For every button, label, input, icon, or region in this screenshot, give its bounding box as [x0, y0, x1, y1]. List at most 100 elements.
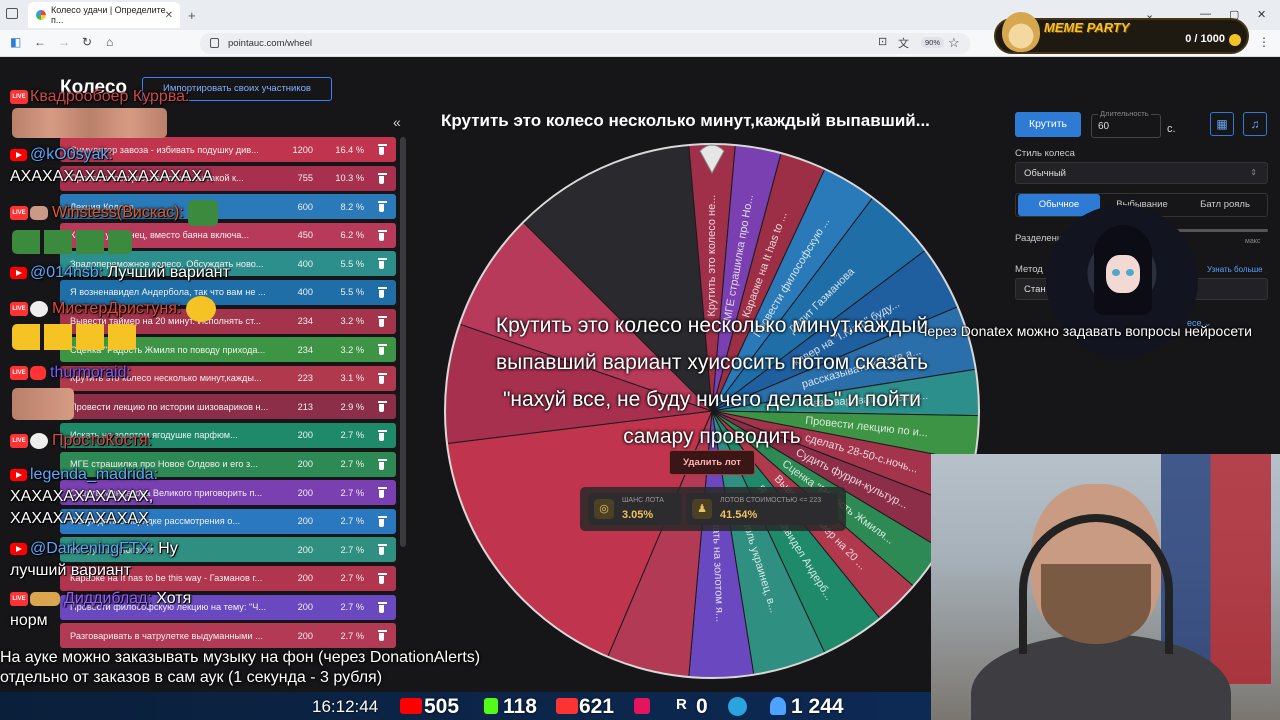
emote-icon	[30, 591, 60, 606]
favorite-star-icon[interactable]: ☆	[948, 35, 960, 51]
close-window-icon[interactable]: ✕	[1257, 8, 1266, 21]
clock: 16:12:44	[312, 697, 379, 716]
chat-username: @kO0syak:	[30, 146, 113, 163]
telegram-icon	[728, 697, 747, 716]
kick-count: 118	[503, 695, 537, 718]
kick-icon	[484, 698, 498, 714]
chat-username: @DarkeningFTX:	[30, 540, 154, 557]
favicon-icon	[36, 10, 46, 20]
chance-label: ШАНС ЛОТА	[622, 497, 664, 504]
delete-lot-button[interactable]: Удалить лот	[669, 450, 755, 475]
menu-icon[interactable]: ⋮	[1258, 35, 1270, 49]
lot-stats: ◎ ШАНС ЛОТА 3.05% ♟ ЛОТОВ СТОИМОСТЬЮ <= …	[580, 487, 846, 531]
emote-icon	[12, 324, 137, 350]
youtube-icon	[10, 148, 27, 161]
forward-icon[interactable]: →	[58, 35, 70, 49]
max-label: макс	[1245, 238, 1261, 245]
method-label: Метод	[1015, 264, 1043, 275]
avatar-face	[1106, 255, 1140, 293]
chat-username: Квадрообоер Куррва:	[30, 88, 190, 105]
info-line: На ауке можно заказывать музыку на фон (…	[0, 649, 481, 666]
chat-text: норм	[10, 612, 48, 629]
grid-icon[interactable]: ▦	[1210, 112, 1234, 136]
close-tab-icon[interactable]: ✕	[165, 10, 173, 21]
tab-title: Колесо удачи | Определите п...	[50, 5, 166, 25]
browser-tab[interactable]: Колесо удачи | Определите п... ✕	[28, 2, 180, 28]
winner-caption-line: Крутить это колесо несколько минут,кажды…	[495, 314, 929, 337]
rutube-icon: R	[676, 696, 687, 713]
url-text: pointauc.com/wheel	[228, 38, 312, 49]
chat-username: ПростоКостя:	[52, 432, 152, 449]
avatar-eye	[1112, 269, 1120, 276]
meme-party-title: MEME PARTY	[1044, 20, 1130, 35]
emote-icon	[30, 432, 48, 449]
pepe-emote-icon	[12, 230, 132, 254]
info-ticker: На ауке можно заказывать музыку на фон (…	[0, 648, 480, 688]
meme-party-widget: MEME PARTY 0 / 1000	[994, 12, 1249, 54]
live-badge-icon: LIVE	[10, 591, 28, 606]
chat-overlay: LIVE Квадрообоер Куррва: @kO0syak: АХАХАХ…	[0, 58, 420, 658]
live-badge-icon: LIVE	[10, 302, 28, 316]
wheel-style-label: Стиль колеса	[1015, 148, 1075, 159]
pepe-emote-icon	[188, 200, 219, 226]
live-badge-icon: LIVE	[10, 89, 28, 104]
new-tab-icon[interactable]: +	[188, 8, 196, 23]
wheel-segment-label: Крутить это колесо не...	[706, 195, 718, 317]
winner-caption-line: выпавший вариант хуисосить потом сказать	[495, 351, 929, 374]
chat-username: @014nsb:	[30, 264, 104, 281]
live-count: 621	[579, 695, 615, 718]
youtube-count: 505	[424, 695, 460, 718]
emote-icon	[12, 108, 167, 138]
wheel-style-select[interactable]: Обычный ⇕	[1015, 162, 1268, 184]
site-info-icon[interactable]	[210, 38, 219, 48]
chat-text: лучший вариант	[10, 562, 131, 579]
mode-battle-royale[interactable]: Батл рояль	[1184, 194, 1266, 216]
learn-more-link[interactable]: Узнать больше	[1207, 265, 1263, 274]
meme-party-progress: 0 / 1000	[1185, 33, 1225, 45]
youtube-icon	[10, 542, 27, 555]
reload-icon[interactable]: ↻	[82, 35, 92, 49]
chat-username: legenda_madrida:	[30, 466, 159, 483]
youtube-icon	[10, 468, 27, 481]
wheel-style-value: Обычный	[1024, 168, 1066, 179]
webcam-feed	[931, 454, 1280, 720]
collections-icon[interactable]: ◧	[10, 35, 21, 49]
duration-label: Длительность	[1098, 109, 1151, 118]
translate-icon[interactable]: 文	[898, 35, 909, 51]
spin-button[interactable]: Крутить	[1015, 112, 1081, 137]
chat-username: Диддиблад:	[64, 590, 152, 607]
back-icon[interactable]: ←	[34, 35, 46, 49]
emote-icon	[30, 365, 46, 380]
chance-stat: ◎ ШАНС ЛОТА 3.05%	[588, 493, 682, 525]
chance-value: 3.05%	[622, 509, 654, 521]
avatar-eye	[1126, 269, 1134, 276]
tab-list-icon[interactable]	[6, 8, 18, 19]
info-line: отдельно от заказов в сам аук (1 секунда…	[0, 669, 383, 686]
youtube-icon	[400, 698, 422, 714]
chat-text: АХАХАХАХАХАХАХАХАХА	[10, 168, 213, 185]
target-icon: ◎	[594, 499, 614, 519]
home-icon[interactable]: ⌂	[106, 35, 113, 49]
lots-value: 41.54%	[720, 509, 758, 521]
method-value: Стан	[1024, 284, 1046, 295]
chat-username: МистерДристуня:	[52, 300, 182, 318]
address-bar[interactable]: pointauc.com/wheel	[200, 33, 970, 54]
chat-text: ХАХАХАХАХАХАХ,	[10, 488, 154, 505]
people-icon: ♟	[692, 499, 712, 519]
emote-icon	[185, 296, 216, 322]
winner-caption-line: "нахуй все, не буду ничего делать" и пой…	[502, 388, 922, 411]
emote-icon	[12, 388, 74, 420]
music-icon[interactable]: ♫	[1243, 112, 1267, 136]
chat-text: ХАХАХАХАХАХАХ	[10, 510, 149, 527]
viewers-count: 1 244	[791, 695, 844, 718]
chat-text: Хотя	[156, 590, 192, 607]
chat-text: Ну	[158, 540, 178, 557]
reader-icon[interactable]: ⊡	[878, 35, 887, 48]
lots-label: ЛОТОВ СТОИМОСТЬЮ <= 223	[720, 497, 822, 504]
chat-text: Лучший вариант	[107, 264, 230, 281]
coin-icon	[1229, 34, 1241, 46]
wheel-title: Крутить это колесо несколько минут,кажды…	[441, 111, 930, 130]
zoom-badge[interactable]: 90%	[921, 37, 945, 48]
live-icon	[556, 698, 578, 714]
doge-icon	[1002, 12, 1040, 52]
